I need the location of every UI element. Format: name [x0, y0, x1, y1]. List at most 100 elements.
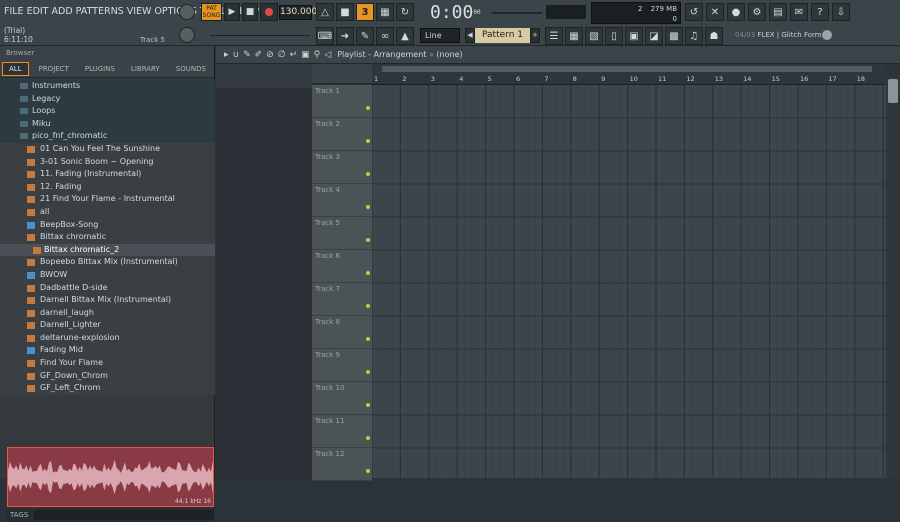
browser-icon[interactable]: ◪: [645, 27, 663, 45]
pattern-add-icon[interactable]: +: [530, 28, 540, 43]
browser-folder[interactable]: Legacy: [0, 92, 215, 106]
track-enable-led[interactable]: [366, 106, 370, 110]
step-edit-icon[interactable]: ▦: [376, 3, 394, 21]
track-header[interactable]: Track 6: [312, 250, 372, 283]
menu-file[interactable]: FILE: [4, 6, 24, 17]
waveform-preview[interactable]: 44.1 kHz 16: [7, 447, 214, 507]
countdown-icon[interactable]: 3: [356, 3, 374, 21]
browser-file[interactable]: Bopeebo Bittax Mix (Instrumental): [0, 256, 215, 269]
track-header[interactable]: Track 10: [312, 382, 372, 415]
vertical-scroll-thumb[interactable]: [888, 79, 898, 103]
tab-plugins[interactable]: PLUGINS: [79, 63, 121, 75]
browser-file[interactable]: BWOW: [0, 268, 215, 282]
cart-icon[interactable]: ☗: [705, 27, 723, 45]
browser-file[interactable]: GF_Down_Chrom: [0, 369, 215, 383]
play-button[interactable]: ▶: [224, 3, 240, 21]
menu-view[interactable]: VIEW: [127, 6, 152, 17]
horizontal-scroll-thumb[interactable]: [382, 66, 872, 72]
brush-tool-icon[interactable]: ✐: [255, 50, 263, 60]
position-slider[interactable]: [200, 29, 310, 41]
news-ticker[interactable]: 04/03 FLEX | Glitch Form: [735, 29, 825, 42]
metronome-icon[interactable]: △: [316, 3, 334, 21]
track-header[interactable]: Track 2: [312, 118, 372, 151]
browser-folder[interactable]: Loops: [0, 105, 215, 118]
project-icon[interactable]: ▩: [665, 27, 683, 45]
menu-arrow-icon[interactable]: ▸: [224, 50, 229, 60]
track-enable-led[interactable]: [366, 469, 370, 473]
tempo-tap-icon[interactable]: ♫: [685, 27, 703, 45]
vertical-scrollbar[interactable]: [886, 75, 900, 478]
track-enable-led[interactable]: [366, 436, 370, 440]
loop-record-icon[interactable]: ↻: [396, 3, 414, 21]
keyboard-icon[interactable]: ⌨: [316, 27, 334, 45]
link-icon[interactable]: ∞: [376, 27, 394, 45]
track-enable-led[interactable]: [366, 370, 370, 374]
browser-file[interactable]: 11. Fading (Instrumental): [0, 168, 215, 181]
save-icon[interactable]: ▤: [769, 3, 787, 21]
arrow-icon[interactable]: ➜: [336, 27, 354, 45]
track-header[interactable]: Track 7: [312, 283, 372, 316]
track-enable-led[interactable]: [366, 139, 370, 143]
track-header[interactable]: Track 3: [312, 151, 372, 184]
browser-folder[interactable]: pico_fnf_chromatic: [0, 130, 215, 143]
stop-button[interactable]: ■: [242, 3, 258, 21]
pattern-selector[interactable]: ◀ Pattern 1 +: [465, 28, 540, 43]
playlist-icon[interactable]: ☰: [545, 27, 563, 45]
plugin-icon[interactable]: ▣: [625, 27, 643, 45]
track-enable-led[interactable]: [366, 238, 370, 242]
track-header[interactable]: Track 9: [312, 349, 372, 382]
track-enable-led[interactable]: [366, 172, 370, 176]
menu-add[interactable]: ADD: [52, 6, 73, 17]
undo-icon[interactable]: ↺: [685, 3, 703, 21]
menu-edit[interactable]: EDIT: [27, 6, 49, 17]
render-icon[interactable]: ⚙: [748, 3, 766, 21]
help-icon[interactable]: ?: [811, 3, 829, 21]
track-enable-led[interactable]: [366, 205, 370, 209]
globe-icon[interactable]: [822, 30, 832, 40]
browser-file[interactable]: 01 Can You Feel The Sunshine: [0, 142, 215, 156]
mixer-icon[interactable]: ▯: [605, 27, 623, 45]
arrangement-grid[interactable]: [372, 85, 886, 478]
tab-project[interactable]: PROJECT: [33, 63, 75, 75]
track-header[interactable]: Track 8: [312, 316, 372, 349]
pattern-prev-icon[interactable]: ◀: [465, 28, 475, 43]
select-tool-icon[interactable]: ▣: [301, 50, 310, 60]
browser-folder[interactable]: Instruments: [0, 80, 215, 93]
track-header[interactable]: Track 12: [312, 448, 372, 481]
pencil-icon[interactable]: ✎: [356, 27, 374, 45]
song-position[interactable]: 0:0000: [430, 2, 490, 24]
tags-input[interactable]: [34, 510, 214, 520]
track-enable-led[interactable]: [366, 304, 370, 308]
menu-patterns[interactable]: PATTERNS: [76, 6, 124, 17]
track-header[interactable]: Track 4: [312, 184, 372, 217]
browser-file[interactable]: deltarune-explosion: [0, 331, 215, 345]
mute-tool-icon[interactable]: ∅: [278, 50, 286, 60]
track-header[interactable]: Track 1: [312, 85, 372, 118]
master-pitch-knob[interactable]: [179, 27, 195, 43]
slice-tool-icon[interactable]: ↵: [290, 50, 298, 60]
browser-file[interactable]: Darnell_Lighter: [0, 319, 215, 332]
track-header[interactable]: Track 5: [312, 217, 372, 250]
browser-file[interactable]: Find Your Flame: [0, 357, 215, 370]
close-icon[interactable]: ✕: [706, 3, 724, 21]
browser-file[interactable]: BeepBox-Song: [0, 218, 215, 232]
browser-file[interactable]: all: [0, 205, 215, 219]
pencil-tool-icon[interactable]: ✎: [243, 50, 251, 60]
tempo-display[interactable]: 130.000: [279, 5, 317, 20]
channel-rack-icon[interactable]: ▧: [585, 27, 603, 45]
record-button[interactable]: [260, 3, 278, 21]
browser-file[interactable]: Bittax chromatic_2: [0, 243, 215, 257]
stamp-icon[interactable]: ▲: [396, 27, 414, 45]
tab-sounds[interactable]: SOUNDS: [170, 63, 212, 75]
browser-file[interactable]: 21 Find Your Flame - Instrumental: [0, 193, 215, 206]
pattern-song-toggle[interactable]: PAT SONG: [201, 3, 222, 21]
mic-icon[interactable]: ●: [727, 3, 745, 21]
track-header[interactable]: Track 11: [312, 415, 372, 448]
browser-file[interactable]: Dadbattle D-side: [0, 281, 215, 295]
tab-library[interactable]: LIBRARY: [125, 63, 166, 75]
download-icon[interactable]: ⇩: [832, 3, 850, 21]
track-enable-led[interactable]: [366, 271, 370, 275]
browser-file[interactable]: 3-01 Sonic Boom ~ Opening: [0, 155, 215, 169]
chat-icon[interactable]: ✉: [790, 3, 808, 21]
tab-all[interactable]: ALL: [2, 61, 29, 76]
